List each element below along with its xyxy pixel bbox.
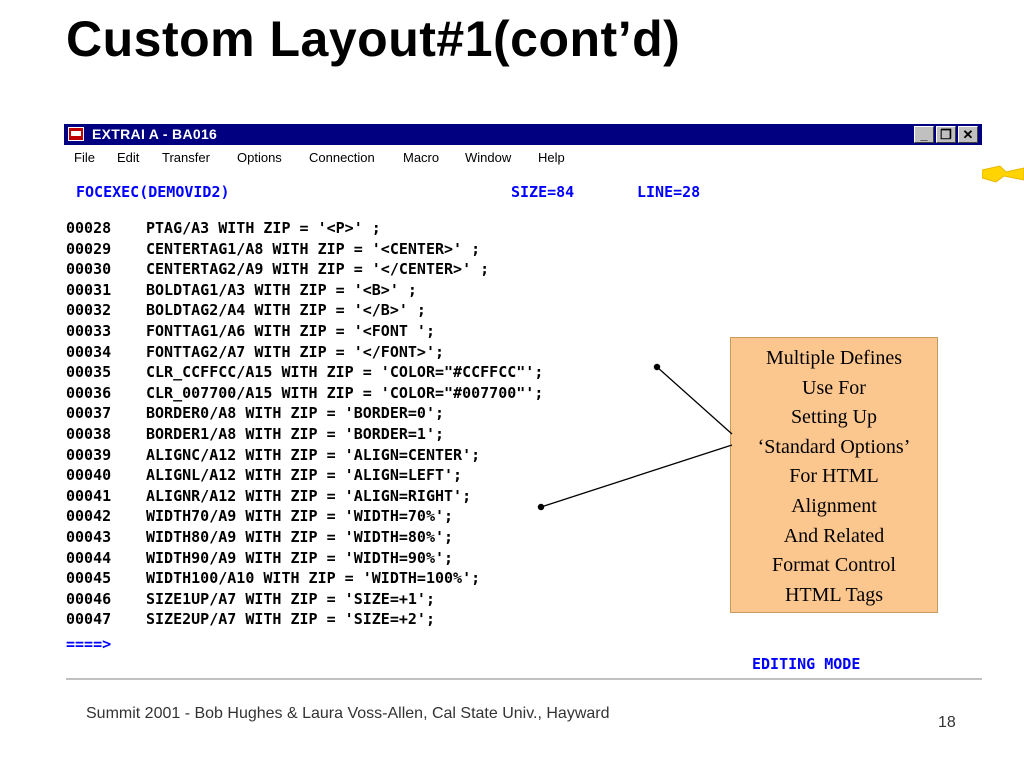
menu-bar: File Edit Transfer Options Connection Ma… — [64, 145, 982, 168]
line-code: ALIGNR/A12 WITH ZIP = 'ALIGN=RIGHT'; — [146, 486, 472, 505]
command-prompt[interactable]: ====> — [66, 634, 111, 654]
page-number: 18 — [938, 714, 956, 731]
line-code: SIZE1UP/A7 WITH ZIP = 'SIZE=+1'; — [146, 589, 435, 608]
window-title: EXTRAI A - BA016 — [92, 126, 218, 142]
line-code: WIDTH90/A9 WITH ZIP = 'WIDTH=90%'; — [146, 548, 454, 567]
line-number: 00032 — [66, 301, 112, 320]
menu-connection[interactable]: Connection — [309, 150, 375, 165]
line-number: 00035 — [66, 363, 112, 382]
line-number: 00047 — [66, 610, 112, 629]
callout-line: ‘Standard Options’ — [757, 435, 911, 458]
line-code: WIDTH70/A9 WITH ZIP = 'WIDTH=70%'; — [146, 507, 454, 526]
line-code: CENTERTAG2/A9 WITH ZIP = '</CENTER>' ; — [146, 260, 490, 279]
menu-edit[interactable]: Edit — [117, 150, 139, 165]
line-indicator: LINE=28 — [637, 183, 701, 201]
restore-button[interactable]: ❐ — [936, 126, 956, 143]
line-number: 00041 — [66, 486, 112, 505]
focexec-name: FOCEXEC(DEMOVID2) — [76, 183, 230, 201]
line-code: SIZE2UP/A7 WITH ZIP = 'SIZE=+2'; — [146, 610, 435, 629]
line-number: 00036 — [66, 383, 112, 402]
callout-line: Use For — [802, 376, 866, 399]
line-number: 00046 — [66, 589, 112, 608]
line-number: 00038 — [66, 425, 112, 443]
callout-line: HTML Tags — [784, 583, 884, 606]
line-code: WIDTH100/A10 WITH ZIP = 'WIDTH=100%'; — [146, 569, 481, 588]
callout-line: Setting Up — [790, 406, 878, 429]
menu-macro[interactable]: Macro — [403, 150, 439, 165]
footer-divider — [66, 678, 982, 680]
line-code: BORDER1/A8 WITH ZIP = 'BORDER=1'; — [146, 425, 445, 443]
yellow-accent-shape — [982, 165, 1024, 183]
terminal-app-icon[interactable] — [68, 127, 84, 141]
slide-title: Custom Layout#1(cont’d) — [66, 11, 681, 67]
line-number: 00029 — [66, 239, 112, 258]
window-titlebar[interactable]: EXTRAI A - BA016 _ ❐ ✕ — [64, 124, 982, 145]
close-button[interactable]: ✕ — [958, 126, 978, 143]
menu-transfer[interactable]: Transfer — [162, 150, 210, 165]
line-number: 00028 — [66, 219, 112, 237]
line-number: 00043 — [66, 528, 112, 546]
callout-line: For HTML — [789, 465, 879, 488]
callout-line: Multiple Defines — [765, 347, 903, 369]
line-number: 00039 — [66, 445, 112, 464]
annotation-callout: Multiple Defines Use For Setting Up ‘Sta… — [730, 337, 938, 613]
line-code: BOLDTAG1/A3 WITH ZIP = '<B>' ; — [146, 280, 417, 299]
line-code: FONTTAG1/A6 WITH ZIP = '<FONT '; — [146, 322, 435, 340]
line-code: PTAG/A3 WITH ZIP = '<P>' ; — [146, 219, 381, 237]
line-code: CLR_CCFFCC/A15 WITH ZIP = 'COLOR="#CCFFC… — [146, 363, 544, 382]
callout-line: Alignment — [791, 494, 877, 517]
line-number: 00033 — [66, 322, 112, 340]
menu-options[interactable]: Options — [237, 150, 282, 165]
size-indicator: SIZE=84 — [511, 183, 575, 201]
line-number: 00037 — [66, 404, 112, 423]
line-code: ALIGNL/A12 WITH ZIP = 'ALIGN=LEFT'; — [146, 466, 463, 485]
line-number: 00045 — [66, 569, 112, 588]
line-number: 00034 — [66, 342, 112, 361]
line-code: FONTTAG2/A7 WITH ZIP = '</FONT>'; — [146, 342, 445, 361]
line-number: 00040 — [66, 466, 112, 485]
line-code: CENTERTAG1/A8 WITH ZIP = '<CENTER>' ; — [146, 239, 481, 258]
menu-file[interactable]: File — [74, 150, 95, 165]
editing-mode-status: EDITING MODE — [752, 655, 861, 673]
line-code: BOLDTAG2/A4 WITH ZIP = '</B>' ; — [146, 301, 426, 320]
line-code: BORDER0/A8 WITH ZIP = 'BORDER=0'; — [146, 404, 445, 423]
line-code: WIDTH80/A9 WITH ZIP = 'WIDTH=80%'; — [146, 528, 454, 546]
callout-line: And Related — [783, 524, 885, 547]
minimize-button[interactable]: _ — [914, 126, 934, 143]
line-number: 00044 — [66, 548, 112, 567]
callout-line: Format Control — [772, 554, 896, 577]
menu-window[interactable]: Window — [465, 150, 511, 165]
menu-help[interactable]: Help — [538, 150, 565, 165]
line-number: 00042 — [66, 507, 112, 526]
line-number: 00031 — [66, 280, 112, 299]
line-number: 00030 — [66, 260, 112, 279]
line-code: ALIGNC/A12 WITH ZIP = 'ALIGN=CENTER'; — [146, 445, 481, 464]
line-code: CLR_007700/A15 WITH ZIP = 'COLOR="#00770… — [146, 383, 544, 402]
footer-text: Summit 2001 - Bob Hughes & Laura Voss-Al… — [86, 705, 610, 722]
